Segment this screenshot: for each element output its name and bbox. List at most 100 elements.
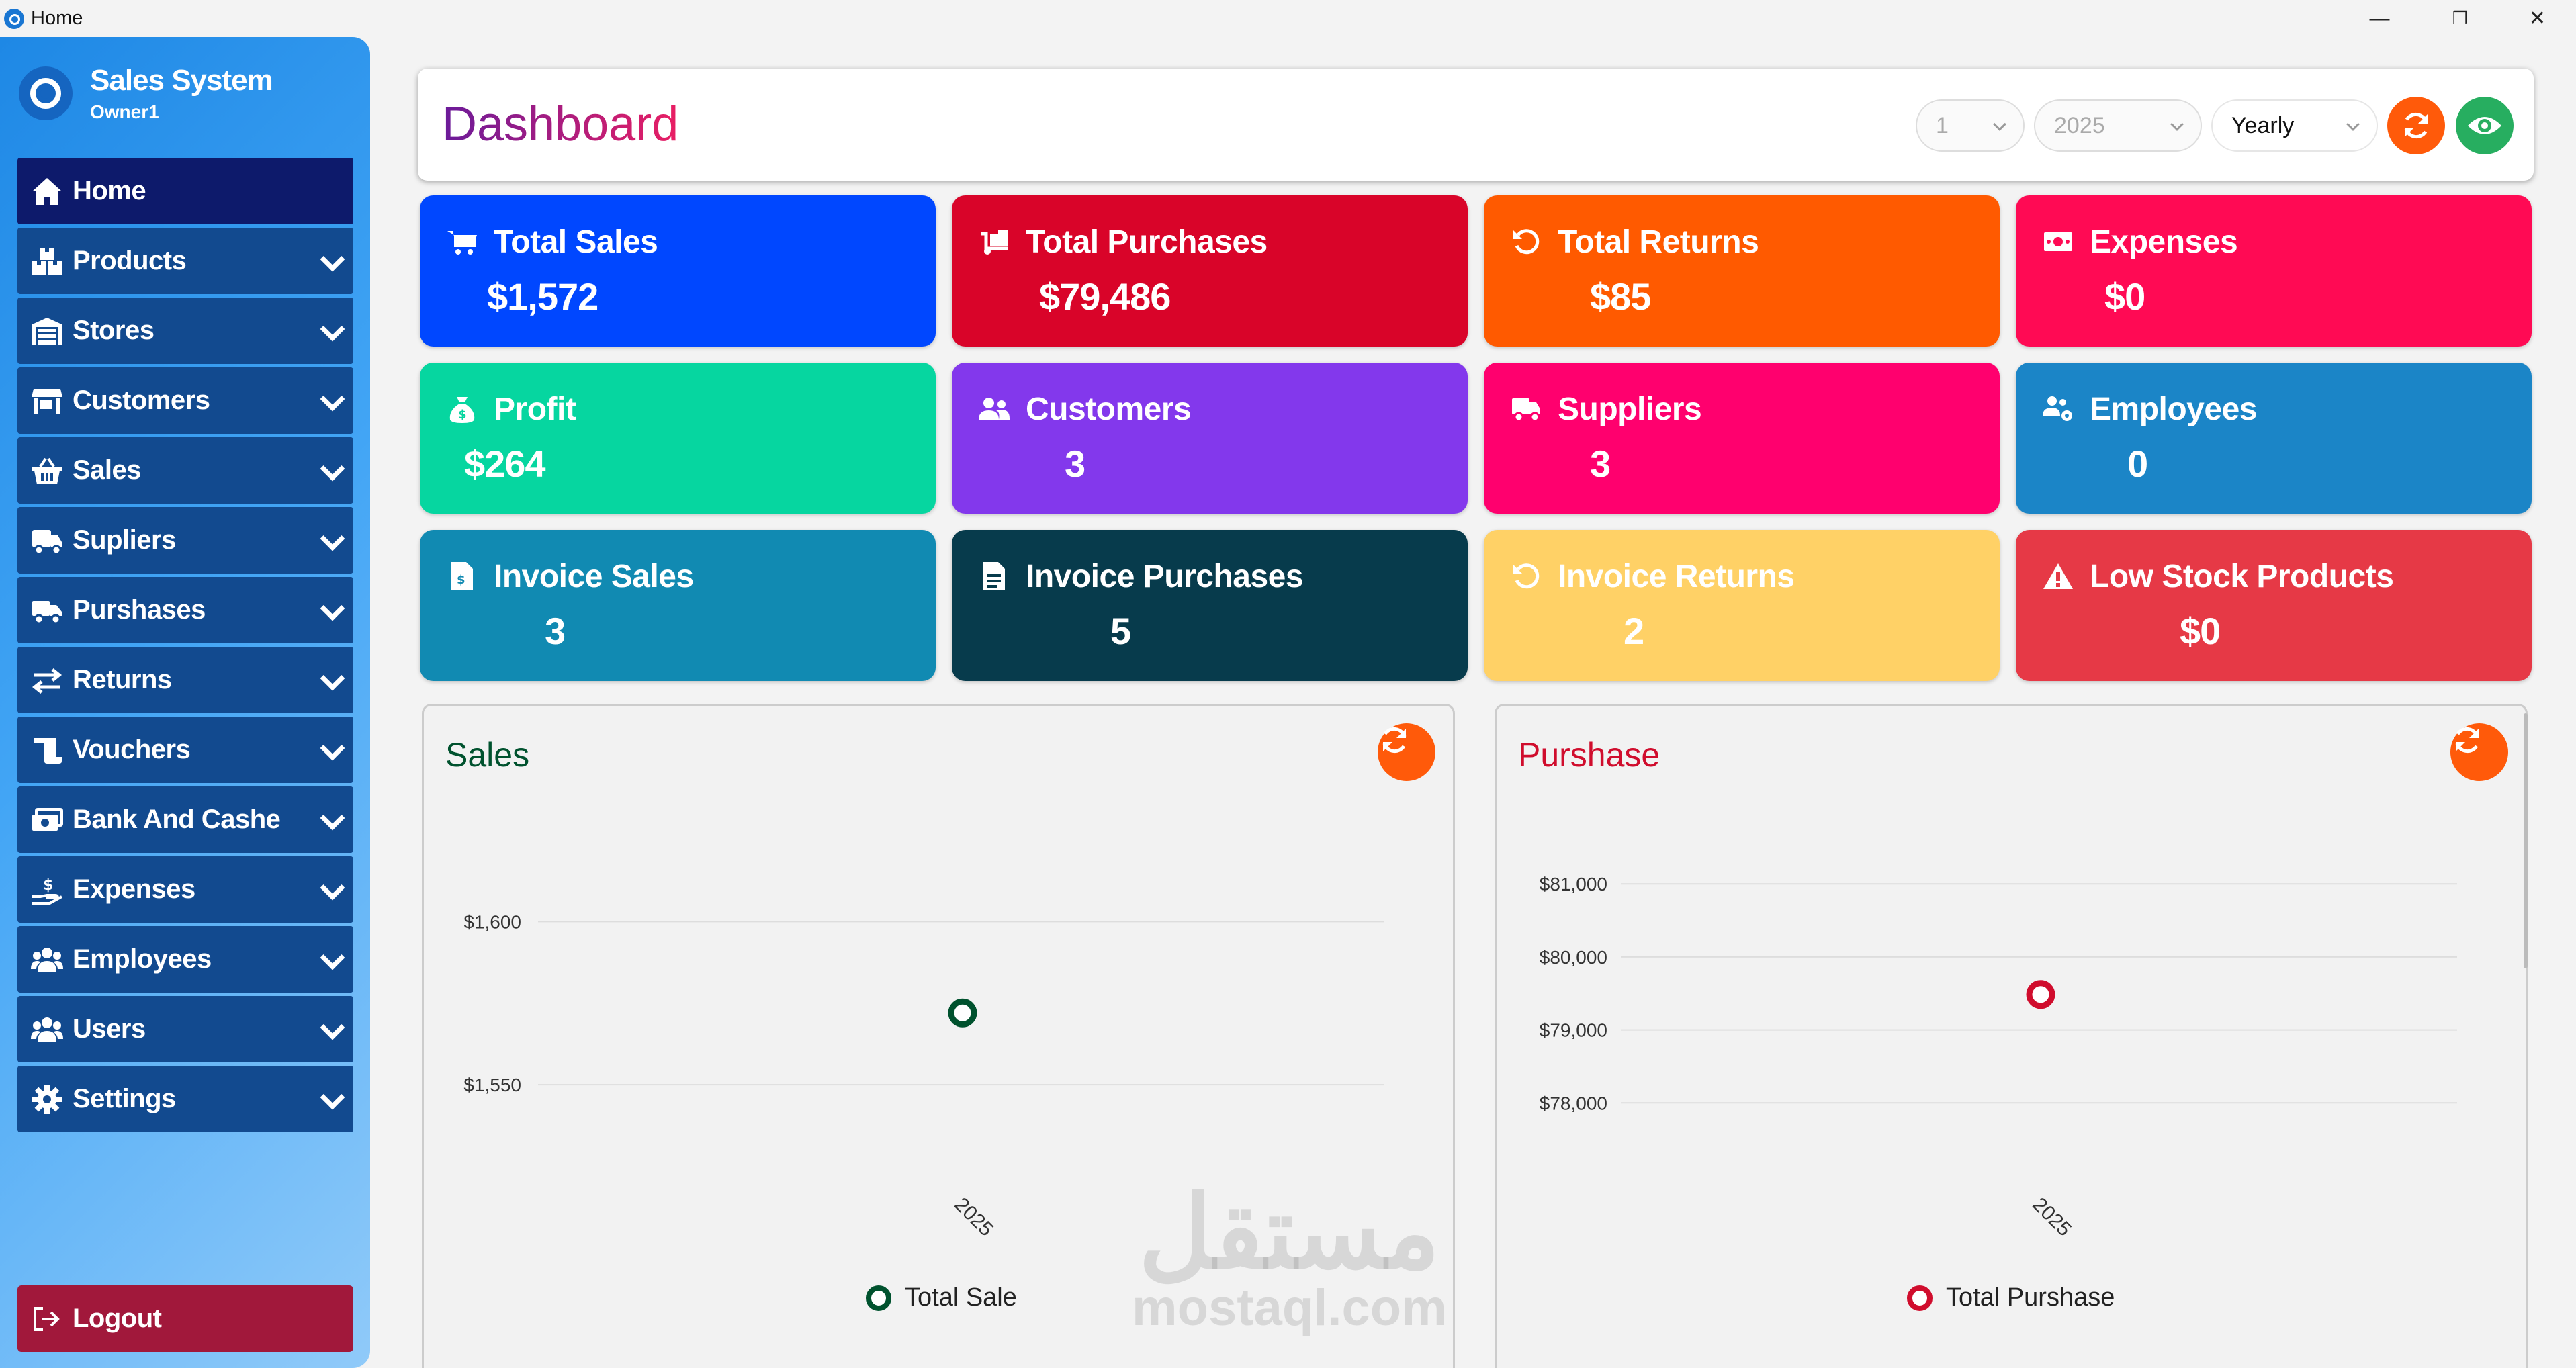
brand-name: Sales System bbox=[90, 64, 273, 97]
card-invoice-purchases[interactable]: Invoice Purchases 5 bbox=[952, 530, 1468, 681]
users-icon bbox=[977, 392, 1011, 426]
period-select[interactable]: Yearly bbox=[2211, 99, 2378, 152]
money-icon bbox=[2041, 225, 2075, 259]
chevron-down-icon bbox=[1993, 118, 2006, 131]
svg-text:$: $ bbox=[458, 408, 467, 422]
card-customers[interactable]: Customers 3 bbox=[952, 363, 1468, 514]
basket-icon bbox=[28, 455, 66, 487]
card-invoice-returns[interactable]: Invoice Returns 2 bbox=[1484, 530, 2000, 681]
invoice-icon bbox=[977, 559, 1011, 593]
sidebar-item-employees[interactable]: Employees bbox=[17, 926, 353, 993]
y-tick-label: $81,000 bbox=[1540, 874, 1607, 895]
sidebar-item-bank-and-cashe[interactable]: Bank And Cashe bbox=[17, 786, 353, 853]
view-button[interactable] bbox=[2456, 97, 2514, 154]
sidebar-item-products[interactable]: Products bbox=[17, 228, 353, 294]
users-icon bbox=[28, 1013, 66, 1046]
truck-icon bbox=[28, 525, 66, 557]
sidebar-item-home[interactable]: Home bbox=[17, 158, 353, 224]
sidebar-item-settings[interactable]: Settings bbox=[17, 1066, 353, 1132]
svg-text:$: $ bbox=[457, 573, 465, 587]
card-total-purchases[interactable]: Total Purchases $79,486 bbox=[952, 195, 1468, 347]
card-invoice-sales[interactable]: $ Invoice Sales 3 bbox=[420, 530, 936, 681]
sidebar-item-expenses[interactable]: $ Expenses bbox=[17, 856, 353, 923]
year-select-value: 2025 bbox=[2054, 112, 2105, 138]
money-bag-icon: $ bbox=[445, 392, 479, 426]
logout-icon bbox=[28, 1303, 66, 1335]
sidebar-item-label: Supliers bbox=[73, 525, 176, 555]
sidebar-item-label: Purshases bbox=[73, 595, 206, 625]
sidebar: Sales System Owner1 Home Products Stores… bbox=[0, 37, 370, 1368]
chevron-down-icon bbox=[320, 1085, 345, 1110]
watermark: مستقل mostaql.com bbox=[1132, 1182, 1447, 1334]
sidebar-item-users[interactable]: Users bbox=[17, 996, 353, 1062]
y-tick-label: $80,000 bbox=[1540, 947, 1607, 968]
card-total-sales[interactable]: Total Sales $1,572 bbox=[420, 195, 936, 347]
chevron-down-icon bbox=[320, 596, 345, 621]
sidebar-item-label: Products bbox=[73, 246, 187, 275]
warehouse-icon bbox=[28, 315, 66, 347]
truck-icon bbox=[1509, 392, 1543, 426]
card-label: Invoice Purchases bbox=[1026, 559, 1304, 594]
eye-icon bbox=[2468, 117, 2501, 134]
scrollbar[interactable] bbox=[2524, 713, 2528, 968]
warning-icon bbox=[2041, 559, 2075, 593]
card-value: $1,572 bbox=[487, 275, 598, 318]
sidebar-item-label: Stores bbox=[73, 316, 154, 345]
data-point[interactable] bbox=[2026, 980, 2055, 1009]
y-tick-label: $79,000 bbox=[1540, 1020, 1607, 1041]
logout-button[interactable]: Logout bbox=[17, 1285, 353, 1352]
logout-label: Logout bbox=[73, 1304, 162, 1333]
sidebar-item-vouchers[interactable]: Vouchers bbox=[17, 717, 353, 783]
card-total-returns[interactable]: Total Returns $85 bbox=[1484, 195, 2000, 347]
card-suppliers[interactable]: Suppliers 3 bbox=[1484, 363, 2000, 514]
chevron-down-icon bbox=[320, 526, 345, 551]
sidebar-item-label: Returns bbox=[73, 665, 172, 694]
sidebar-item-purshases[interactable]: Purshases bbox=[17, 577, 353, 643]
sidebar-item-label: Expenses bbox=[73, 874, 195, 904]
money-icon bbox=[28, 804, 66, 836]
card-label: Total Returns bbox=[1558, 224, 1759, 260]
sidebar-item-stores[interactable]: Stores bbox=[17, 298, 353, 364]
minimize-button[interactable]: — bbox=[2341, 0, 2418, 37]
chevron-down-icon bbox=[320, 875, 345, 901]
page-title: Dashboard bbox=[442, 97, 679, 151]
dashboard-header: Dashboard 1 2025 Yearly bbox=[418, 69, 2534, 181]
sidebar-item-sales[interactable]: Sales bbox=[17, 437, 353, 504]
card-low-stock-products[interactable]: Low Stock Products $0 bbox=[2016, 530, 2532, 681]
card-label: Total Purchases bbox=[1026, 224, 1268, 260]
year-select[interactable]: 2025 bbox=[2034, 99, 2202, 152]
refresh-icon bbox=[1382, 727, 1407, 754]
data-point[interactable] bbox=[948, 998, 977, 1028]
cart-icon bbox=[445, 225, 479, 259]
purchase-chart-panel: $78,000 $79,000 $80,000 $81,000 2025 Purshas… bbox=[1495, 704, 2528, 1368]
card-employees[interactable]: Employees 0 bbox=[2016, 363, 2532, 514]
sidebar-item-label: Home bbox=[73, 176, 146, 206]
legend-label: Total Sale bbox=[905, 1283, 1017, 1312]
sidebar-item-customers[interactable]: Customers bbox=[17, 367, 353, 434]
undo-icon bbox=[1509, 225, 1543, 259]
refresh-button[interactable] bbox=[2387, 97, 2445, 154]
watermark-latin: mostaql.com bbox=[1132, 1279, 1447, 1336]
chevron-down-icon bbox=[320, 666, 345, 691]
card-value: 2 bbox=[1624, 610, 1644, 652]
month-select[interactable]: 1 bbox=[1916, 99, 2025, 152]
card-value: $264 bbox=[464, 443, 546, 485]
purchase-refresh-button[interactable] bbox=[2450, 723, 2508, 781]
card-label: Invoice Returns bbox=[1558, 559, 1795, 594]
y-tick-label: $1,600 bbox=[463, 911, 521, 932]
sidebar-item-supliers[interactable]: Supliers bbox=[17, 507, 353, 574]
card-expenses[interactable]: Expenses $0 bbox=[2016, 195, 2532, 347]
x-tick-label: 2025 bbox=[950, 1193, 997, 1241]
sales-chart-title: Sales bbox=[445, 736, 530, 774]
card-label: Total Sales bbox=[494, 224, 658, 260]
refresh-icon bbox=[2404, 112, 2428, 139]
restore-button[interactable]: ❐ bbox=[2422, 0, 2499, 37]
brand: Sales System Owner1 bbox=[19, 64, 273, 123]
close-button[interactable]: ✕ bbox=[2499, 0, 2576, 37]
card-value: 3 bbox=[545, 610, 566, 652]
sidebar-item-label: Bank And Cashe bbox=[73, 805, 281, 834]
sales-refresh-button[interactable] bbox=[1378, 723, 1435, 781]
chevron-down-icon bbox=[2346, 118, 2360, 131]
card-profit[interactable]: $ Profit $264 bbox=[420, 363, 936, 514]
sidebar-item-returns[interactable]: Returns bbox=[17, 647, 353, 713]
